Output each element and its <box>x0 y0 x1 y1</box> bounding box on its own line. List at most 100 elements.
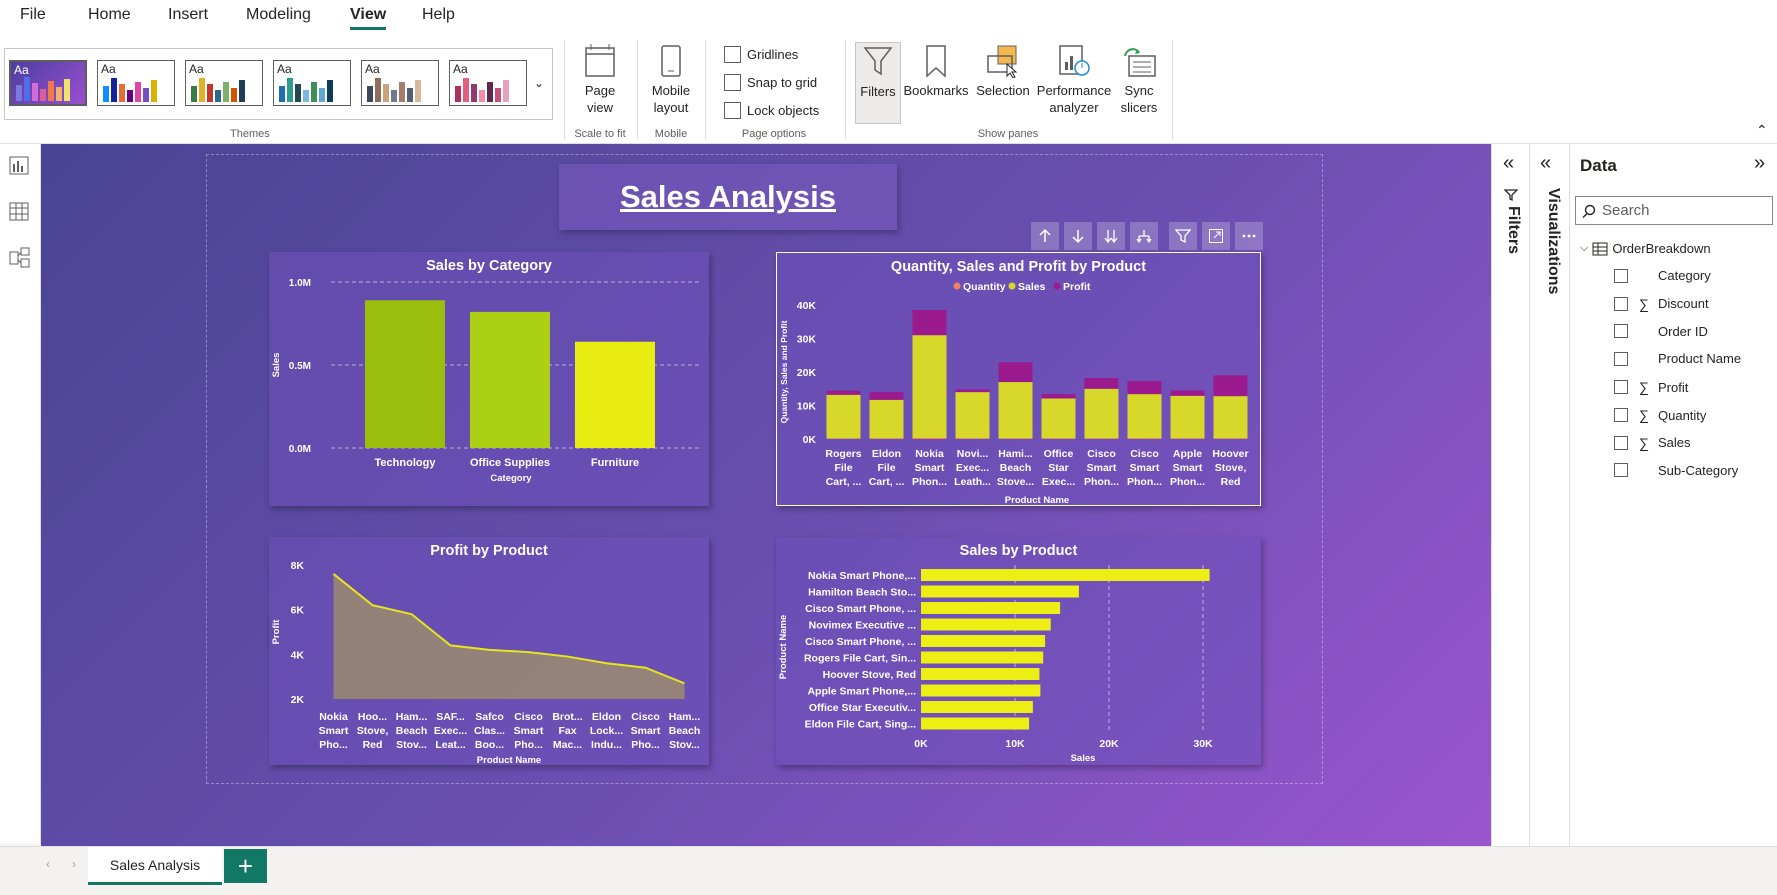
y-tick-label: Nokia Smart Phone,... <box>808 570 916 582</box>
performance-analyzer-icon <box>1059 45 1090 76</box>
table-node[interactable]: ⌵ OrderBreakdown <box>1580 241 1711 256</box>
y-tick-label: 1.0M <box>289 278 311 289</box>
quantity-sales-profit-visual[interactable]: Quantity, Sales and Profit by Product Qu… <box>776 252 1261 506</box>
bar-segment <box>912 437 947 439</box>
theme-thumbnail-6[interactable]: Aa <box>449 60 527 106</box>
x-tick-label: Clas... <box>474 725 505 737</box>
visual-filter-icon[interactable] <box>1169 222 1197 250</box>
bar-segment <box>912 335 947 438</box>
drill-up-icon[interactable] <box>1031 222 1059 250</box>
field-item[interactable]: ∑ Discount <box>1614 296 1709 312</box>
sales-by-category-visual[interactable]: Sales by Category 1.0M 0.5M 0.0M Technology… <box>269 252 709 506</box>
x-tick-label: Hami... <box>998 448 1033 460</box>
menu-view[interactable]: View <box>350 6 387 30</box>
chevron-down-icon[interactable]: ⌵ <box>1580 242 1588 255</box>
y-tick-label: 4K <box>291 649 305 661</box>
filters-pane-button[interactable]: Filters <box>855 42 901 124</box>
x-tick-label: Smart <box>915 462 945 474</box>
sync-slicers-button[interactable]: Sync slicers <box>1114 44 1164 116</box>
gridlines-checkbox[interactable]: Gridlines <box>724 46 798 63</box>
field-item[interactable]: Category <box>1614 268 1711 283</box>
bar-segment <box>998 438 1033 439</box>
y-tick-label: 2K <box>291 694 305 706</box>
theme-thumbnail-1[interactable]: Aa <box>9 60 87 106</box>
table-view-icon[interactable] <box>9 202 31 222</box>
expand-next-level-icon[interactable] <box>1097 222 1125 250</box>
add-page-button[interactable]: + <box>224 849 267 883</box>
profit-by-product-visual[interactable]: Profit by Product 8K 6K 4K 2K Nokia Smart Pho.… <box>269 537 709 765</box>
field-item[interactable]: Product Name <box>1614 351 1741 366</box>
expand-filters-icon[interactable]: « <box>1503 152 1514 175</box>
filters-pane-collapsed[interactable]: « Filters <box>1491 144 1529 846</box>
x-tick-label: Smart <box>1130 462 1160 474</box>
field-checkbox[interactable] <box>1614 380 1628 395</box>
menu-modeling[interactable]: Modeling <box>246 6 311 24</box>
field-checkbox[interactable] <box>1614 296 1628 311</box>
field-label: Discount <box>1658 296 1709 312</box>
drill-down-icon[interactable] <box>1064 222 1092 250</box>
group-label-page-options: Page options <box>741 128 807 140</box>
scroll-right-icon[interactable]: › <box>72 857 76 871</box>
field-item[interactable]: ∑ Profit <box>1614 379 1688 395</box>
x-tick-label: Red <box>363 739 383 751</box>
theme-thumbnail-2[interactable]: Aa <box>97 60 175 106</box>
expand-hierarchy-icon[interactable] <box>1130 222 1158 250</box>
collapse-data-pane-icon[interactable]: » <box>1754 152 1765 175</box>
sales-by-product-visual[interactable]: Sales by Product 0K 10K 20K 30K Nokia Smart … <box>776 537 1261 765</box>
theme-thumbnail-3[interactable]: Aa <box>185 60 263 106</box>
y-tick-label: 10K <box>797 401 817 413</box>
bar-segment <box>955 389 990 393</box>
menu-insert[interactable]: Insert <box>168 6 208 24</box>
theme-thumbnail-4[interactable]: Aa <box>273 60 351 106</box>
more-options-icon[interactable] <box>1235 222 1263 250</box>
page-view-button[interactable]: Page view <box>576 44 624 116</box>
x-tick-label: Beach <box>396 725 428 737</box>
field-checkbox[interactable] <box>1614 463 1628 478</box>
x-axis-title: Category <box>490 473 532 484</box>
field-item[interactable]: ∑ Sales <box>1614 435 1691 451</box>
field-checkbox[interactable] <box>1614 435 1628 450</box>
collapse-ribbon-icon[interactable]: ⌃ <box>1756 122 1768 139</box>
expand-visualizations-icon[interactable]: « <box>1540 152 1551 175</box>
y-tick-label: Eldon File Cart, Sing... <box>805 719 917 731</box>
selection-pane-button[interactable]: Selection <box>972 44 1034 99</box>
sigma-icon: ∑ <box>1639 379 1649 396</box>
x-tick-label: Leat... <box>435 739 465 751</box>
snap-to-grid-checkbox[interactable]: Snap to grid <box>724 74 817 91</box>
page-tab-sales-analysis[interactable]: Sales Analysis <box>88 847 222 885</box>
search-input[interactable]: Search <box>1575 196 1773 225</box>
mobile-layout-button[interactable]: Mobile layout <box>645 44 697 116</box>
table-icon <box>1592 242 1608 255</box>
focus-mode-icon[interactable] <box>1202 222 1230 250</box>
field-label: Profit <box>1658 379 1689 395</box>
report-view-icon[interactable] <box>9 156 31 176</box>
field-checkbox[interactable] <box>1614 268 1628 283</box>
bar-segment <box>869 399 904 439</box>
sync-slicers-icon <box>1124 48 1156 77</box>
visualizations-pane-collapsed[interactable]: « Visualizations <box>1529 144 1569 895</box>
menu-file[interactable]: File <box>20 6 46 24</box>
model-view-icon[interactable] <box>9 247 31 269</box>
menu-home[interactable]: Home <box>88 6 131 24</box>
field-item[interactable]: Sub-Category <box>1614 463 1738 478</box>
menu-help[interactable]: Help <box>422 6 455 24</box>
field-item[interactable]: Order ID <box>1614 324 1708 339</box>
visualizations-pane-label: Visualizations <box>1545 188 1562 295</box>
field-checkbox[interactable] <box>1614 408 1628 422</box>
lock-objects-checkbox[interactable]: Lock objects <box>724 102 819 119</box>
field-checkbox[interactable] <box>1614 351 1628 366</box>
divider <box>1172 40 1173 140</box>
scroll-left-icon[interactable]: ‹ <box>46 857 50 871</box>
performance-analyzer-button[interactable]: Performance analyzer <box>1034 44 1114 116</box>
report-canvas[interactable]: Sales Analysis Sales by Category 1.0M 0.5… <box>41 144 1491 846</box>
bar <box>921 651 1044 664</box>
profit-by-product-chart: 8K 6K 4K 2K Nokia Smart Pho... Hoo... Stove, Red H… <box>271 560 700 765</box>
bookmarks-pane-button[interactable]: Bookmarks <box>902 44 970 99</box>
x-tick-label: Exec... <box>434 725 467 737</box>
theme-thumbnail-5[interactable]: Aa <box>361 60 439 106</box>
themes-expand-icon[interactable]: ⌄ <box>534 76 544 90</box>
divider <box>845 40 846 140</box>
report-title-box[interactable]: Sales Analysis <box>559 164 897 230</box>
field-item[interactable]: ∑ Quantity <box>1614 407 1706 423</box>
field-checkbox[interactable] <box>1614 324 1628 339</box>
